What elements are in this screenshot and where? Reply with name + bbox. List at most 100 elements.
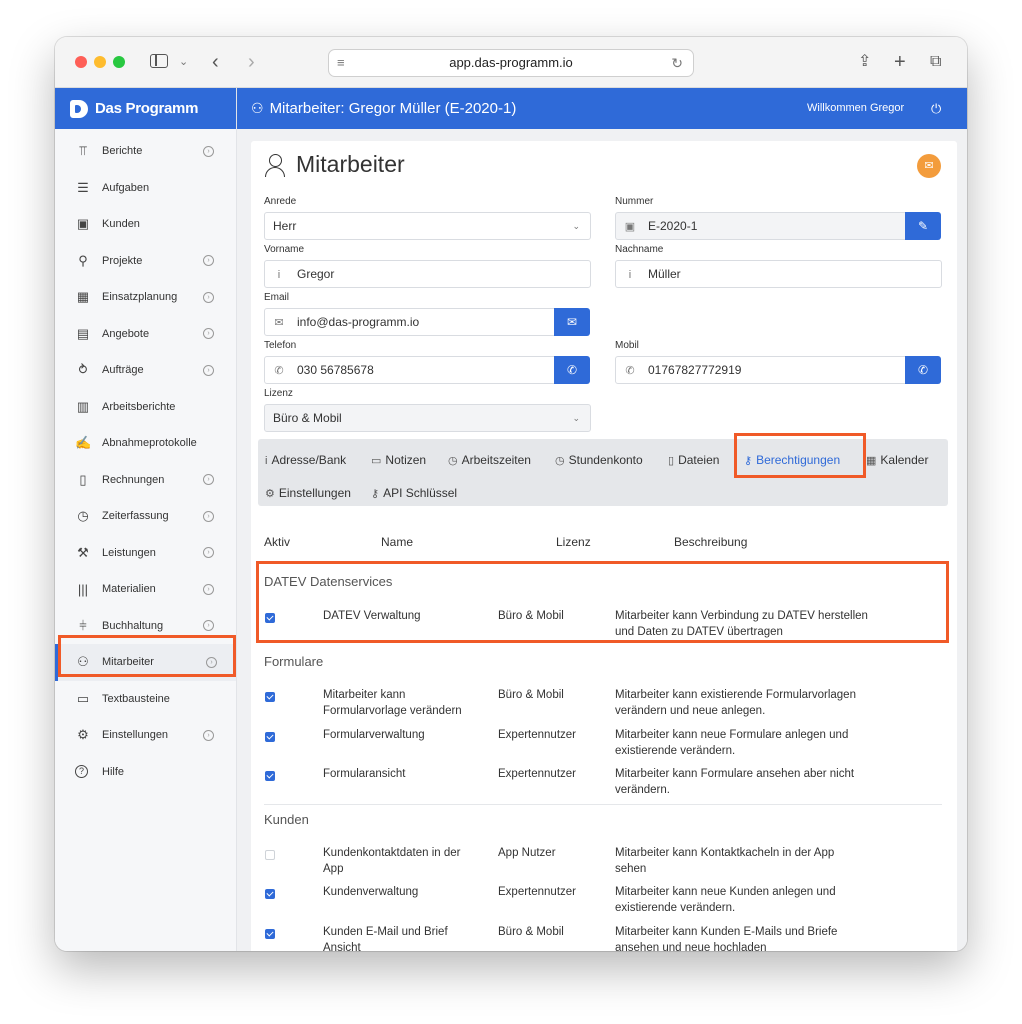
- sidebar-item-label: Angebote: [102, 327, 150, 340]
- close-window-button[interactable]: [75, 56, 87, 68]
- forward-arrow-icon[interactable]: ›: [248, 50, 255, 74]
- chevron-right-icon[interactable]: ›: [203, 255, 214, 267]
- sidebar-item-label: Leistungen: [102, 546, 156, 559]
- chevron-right-icon[interactable]: ›: [203, 291, 214, 303]
- share-icon[interactable]: ⇪: [858, 50, 871, 74]
- mobil-field[interactable]: ✆ 01767827772919: [615, 356, 906, 384]
- brand-logo[interactable]: Das Programm: [55, 88, 236, 129]
- sidebar-item-materialien[interactable]: ||| Materialien ›: [55, 571, 236, 608]
- permission-checkbox[interactable]: [265, 771, 275, 781]
- tab-arbeitszeiten[interactable]: ◷ Arbeitszeiten: [448, 453, 531, 467]
- new-tab-icon[interactable]: +: [894, 50, 906, 74]
- address-bar[interactable]: ≡ app.das-programm.io ↻: [328, 49, 694, 77]
- sidebar-item-arbeitsberichte[interactable]: ▥ Arbeitsberichte: [55, 389, 236, 426]
- key-icon: ⚷: [371, 488, 380, 500]
- permission-description-line: Mitarbeiter kann Kunden E-Mails und Brie…: [615, 926, 838, 938]
- sidebar-item-leistungen[interactable]: ⚒ Leistungen ›: [55, 535, 236, 572]
- permission-license: Büro & Mobil: [498, 689, 564, 701]
- sidebar-item-berichte[interactable]: ⫪ Berichte ›: [55, 133, 236, 170]
- welcome-text: Willkommen Gregor: [807, 102, 905, 114]
- sidebar-item-abnahmeprotokolle[interactable]: ✍ Abnahmeprotokolle: [55, 425, 236, 462]
- permission-checkbox[interactable]: [265, 889, 275, 899]
- sidebar-item-einsatzplanung[interactable]: ▦ Einsatzplanung ›: [55, 279, 236, 316]
- permission-checkbox[interactable]: [265, 732, 275, 742]
- lizenz-select[interactable]: Büro & Mobil ⌄: [264, 404, 591, 432]
- clock-icon: ◷: [448, 455, 458, 467]
- permission-checkbox[interactable]: [265, 692, 275, 702]
- tab-dateien[interactable]: ▯ Dateien: [668, 453, 719, 467]
- call-mobil-button[interactable]: ✆: [905, 356, 941, 384]
- edit-number-button[interactable]: ✎: [905, 212, 941, 240]
- anrede-select[interactable]: Herr ⌄: [264, 212, 591, 240]
- site-settings-icon[interactable]: ≡: [337, 50, 345, 76]
- tab-adresse-bank[interactable]: i Adresse/Bank: [265, 453, 346, 467]
- sidebar-toggle-icon[interactable]: [150, 54, 168, 68]
- permission-checkbox[interactable]: [265, 929, 275, 939]
- permission-checkbox[interactable]: [265, 850, 275, 860]
- mail-action-button[interactable]: ✉: [917, 154, 941, 178]
- sidebar-item-label: Buchhaltung: [102, 619, 164, 632]
- sidebar-item-hilfe[interactable]: ? Hilfe: [55, 754, 236, 791]
- sidebar-item-einstellungen[interactable]: ⚙ Einstellungen ›: [55, 717, 236, 754]
- sidebar-item-projekte[interactable]: ⚲ Projekte ›: [55, 243, 236, 280]
- note-icon: ▭: [371, 455, 382, 467]
- sidebar-item-zeiterfassung[interactable]: ◷ Zeiterfassung ›: [55, 498, 236, 535]
- sidebar-item-label: Arbeitsberichte: [102, 400, 176, 413]
- sidebar-item-angebote[interactable]: ▤ Angebote ›: [55, 316, 236, 353]
- permission-license: Expertennutzer: [498, 729, 576, 741]
- page-title: Mitarbeiter: [265, 151, 405, 178]
- minimize-window-button[interactable]: [94, 56, 106, 68]
- power-icon[interactable]: ⏻: [931, 88, 941, 129]
- permission-name-line: Formularvorlage verändern: [323, 704, 462, 717]
- sidebar-item-rechnungen[interactable]: ▯ Rechnungen ›: [55, 462, 236, 499]
- nachname-field[interactable]: i Müller: [615, 260, 942, 288]
- chevron-right-icon[interactable]: ›: [203, 583, 214, 595]
- reload-icon[interactable]: ↻: [671, 50, 683, 76]
- checklist-icon: ☰: [77, 179, 89, 195]
- chevron-down-icon[interactable]: ⌄: [179, 50, 188, 74]
- envelope-icon: ✉: [274, 317, 284, 329]
- sidebar-item-kunden[interactable]: ▣ Kunden: [55, 206, 236, 243]
- vorname-label: Vorname: [264, 244, 305, 255]
- telefon-field[interactable]: ✆ 030 56785678: [264, 356, 555, 384]
- gears-icon: ⚙: [265, 488, 275, 500]
- invoice-icon: ▯: [79, 471, 87, 487]
- col-aktiv: Aktiv: [264, 535, 291, 549]
- sidebar-item-textbausteine[interactable]: ▭ Textbausteine: [55, 681, 236, 718]
- tab-stundenkonto[interactable]: ◷ Stundenkonto: [555, 453, 643, 467]
- zoom-window-button[interactable]: [113, 56, 125, 68]
- signature-icon: ✍: [75, 435, 92, 451]
- tab-api-schluessel[interactable]: ⚷ API Schlüssel: [371, 486, 457, 500]
- chevron-right-icon[interactable]: ›: [203, 328, 214, 340]
- chevron-right-icon[interactable]: ›: [203, 364, 214, 376]
- nummer-field[interactable]: ▣ E-2020-1: [615, 212, 906, 240]
- send-email-button[interactable]: ✉: [554, 308, 590, 336]
- tab-kalender[interactable]: ▦ Kalender: [866, 453, 928, 467]
- handshake-icon: ⥁: [78, 362, 88, 378]
- permission-name: Formularverwaltung: [323, 728, 425, 744]
- sidebar-item-aufgaben[interactable]: ☰ Aufgaben: [55, 170, 236, 207]
- sidebar-item-label: Berichte: [102, 145, 143, 158]
- col-lizenz: Lizenz: [556, 535, 591, 549]
- permission-name: Kundenkontaktdaten in der App: [323, 846, 460, 877]
- chevron-right-icon[interactable]: ›: [203, 145, 214, 157]
- email-field[interactable]: ✉ info@das-programm.io: [264, 308, 555, 336]
- highlight-frame-mitarbeiter: [58, 635, 236, 677]
- chevron-right-icon[interactable]: ›: [203, 510, 214, 522]
- info-icon: i: [277, 269, 281, 281]
- tab-einstellungen[interactable]: ⚙ Einstellungen: [265, 486, 351, 500]
- sidebar-item-auftraege[interactable]: ⥁ Aufträge ›: [55, 352, 236, 389]
- call-telefon-button[interactable]: ✆: [554, 356, 590, 384]
- permission-description-line: existierende verändern.: [615, 744, 736, 757]
- chevron-right-icon[interactable]: ›: [203, 620, 214, 632]
- permission-description-line: Mitarbeiter kann neue Formulare anlegen …: [615, 729, 849, 741]
- chevron-right-icon[interactable]: ›: [203, 547, 214, 559]
- clock-icon: ◷: [555, 455, 565, 467]
- tab-overview-icon[interactable]: ⧉: [930, 50, 941, 74]
- chevron-right-icon[interactable]: ›: [203, 729, 214, 741]
- chevron-right-icon[interactable]: ›: [203, 474, 214, 486]
- back-arrow-icon[interactable]: ‹: [212, 50, 219, 74]
- pencil-icon: ✎: [917, 219, 929, 233]
- vorname-field[interactable]: i Gregor: [264, 260, 591, 288]
- tab-notizen[interactable]: ▭ Notizen: [371, 453, 426, 467]
